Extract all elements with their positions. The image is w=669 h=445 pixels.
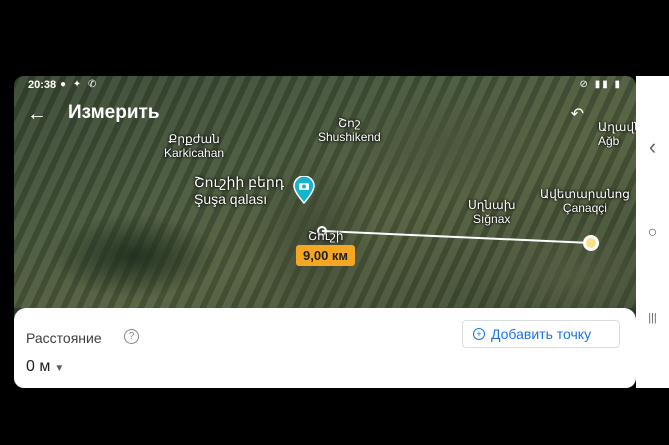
place-label-shushikend-arm: Շոշ xyxy=(338,116,361,130)
place-label-signakh-arm: Սղնախ xyxy=(468,198,516,212)
place-label-chanakhchi-lat: Çanaqçi xyxy=(562,201,607,215)
satellite-map[interactable]: 20:38 ● ✦ ✆ ⊘ ▮▮ ▮ ← Измерить ↶ Քրքժան K… xyxy=(14,76,636,308)
add-point-button[interactable]: + Добавить точку xyxy=(462,320,620,348)
dropdown-caret-icon: ▼ xyxy=(54,363,65,374)
place-label-aghbulag-lat: Ağb xyxy=(598,134,620,148)
place-label-shusha-arm: Շուշիի բերդ xyxy=(194,174,285,190)
add-point-label: Добавить точку xyxy=(491,326,592,342)
place-label-karkijahan-lat: Karkicahan xyxy=(164,146,225,160)
place-label-shushikend-lat: Shushikend xyxy=(318,130,381,144)
distance-value-select[interactable]: 0 м ▼ xyxy=(26,358,64,376)
place-label-shushikend: Շոշ Shushikend xyxy=(318,116,381,144)
place-label-karkijahan-arm: Քրքժան xyxy=(168,132,220,146)
nav-back-icon[interactable]: ‹ xyxy=(636,134,669,160)
system-nav-bar: ‹ ○ ||| xyxy=(636,76,669,388)
place-label-aghbulag: Աղավնո Ağb xyxy=(598,120,636,148)
place-label-shushi-city: Շուշի xyxy=(308,229,344,243)
distance-value: 0 м xyxy=(26,358,51,375)
place-label-shusha-lat: Şuşa qalası xyxy=(194,191,268,207)
measure-bottom-sheet: Расстояние ? + Добавить точку 0 м ▼ xyxy=(14,308,636,388)
place-label-chanakhchi: Ավետարանոց Çanaqçi xyxy=(540,187,630,215)
place-label-signakh-lat: Sığnax xyxy=(473,212,511,226)
nav-recents-icon[interactable]: ||| xyxy=(636,312,669,324)
distance-badge: 9,00 км xyxy=(296,245,356,266)
place-label-chanakhchi-arm: Ավետարանոց xyxy=(540,187,630,201)
help-icon[interactable]: ? xyxy=(124,329,139,344)
place-label-signakh: Սղնախ Sığnax xyxy=(468,198,515,226)
distance-label: Расстояние xyxy=(26,330,102,346)
place-label-aghbulag-arm: Աղավնո xyxy=(598,120,636,134)
place-label-shusha: Շուշիի բերդ Şuşa qalası xyxy=(194,174,284,208)
museum-pin-icon[interactable] xyxy=(292,176,316,204)
add-circle-icon: + xyxy=(473,328,485,340)
phone-screen: 20:38 ● ✦ ✆ ⊘ ▮▮ ▮ ← Измерить ↶ Քրքժան K… xyxy=(14,76,636,388)
nav-home-icon[interactable]: ○ xyxy=(636,224,669,242)
place-label-karkijahan: Քրքժան Karkicahan xyxy=(164,132,224,160)
measure-end-point[interactable] xyxy=(583,235,599,251)
